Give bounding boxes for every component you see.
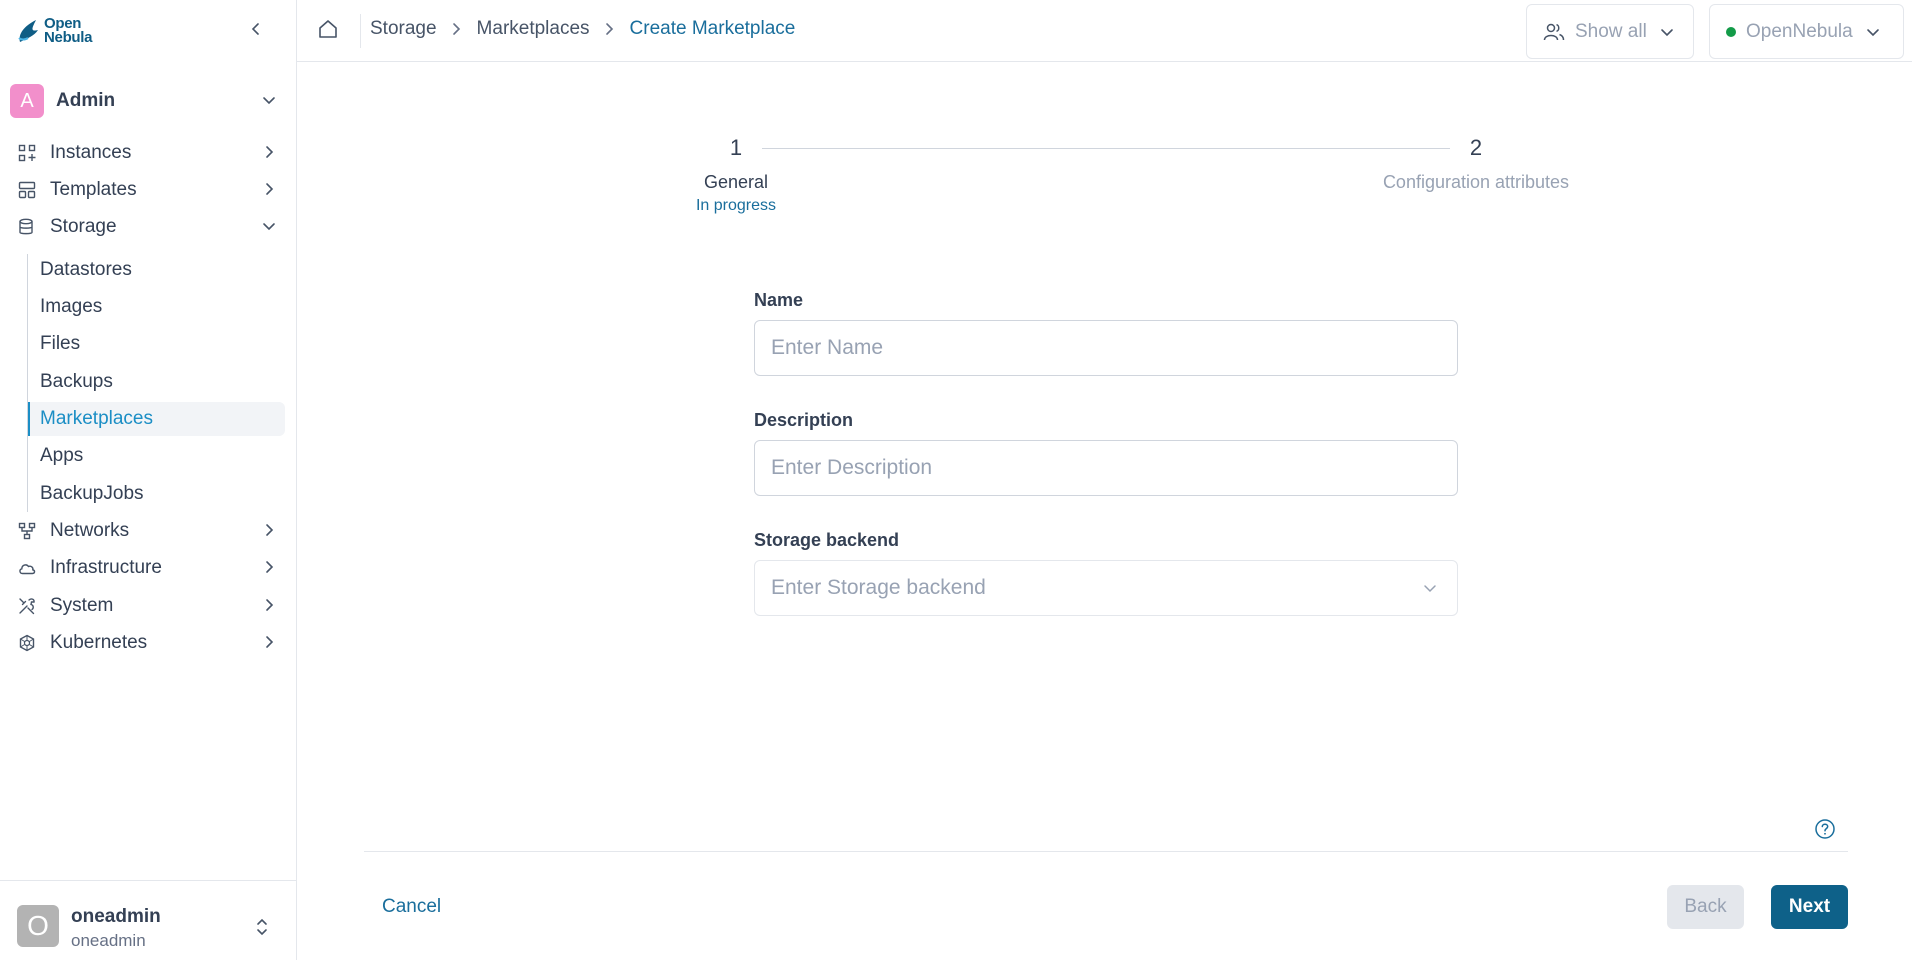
breadcrumb: Storage Marketplaces Create Marketplace	[370, 18, 795, 40]
zone-label: OpenNebula	[1746, 20, 1853, 42]
chevron-right-icon	[451, 22, 463, 36]
zone-selector-button[interactable]: OpenNebula	[1709, 4, 1904, 59]
chevron-down-icon	[263, 223, 275, 231]
sidebar: Open Nebula A Admin Instances Templates …	[0, 0, 297, 960]
chevron-right-icon	[266, 561, 274, 573]
help-button[interactable]	[1814, 818, 1836, 845]
database-icon	[16, 216, 38, 238]
zone-status-dot	[1726, 26, 1736, 37]
home-button[interactable]	[317, 18, 339, 45]
sidebar-item-templates[interactable]: Templates	[16, 174, 278, 206]
kubernetes-icon	[16, 632, 38, 654]
cancel-button[interactable]: Cancel	[372, 885, 451, 929]
group-filter-label: Show all	[1575, 20, 1647, 42]
chevron-down-icon	[263, 97, 275, 105]
sidebar-item-label: Infrastructure	[50, 557, 162, 578]
brand-line2: Nebula	[44, 29, 93, 46]
group-selector[interactable]: A Admin	[10, 83, 286, 119]
chevron-up-down-icon[interactable]	[252, 915, 272, 939]
grid-icon	[16, 142, 38, 164]
chevron-right-icon	[266, 599, 274, 611]
sidebar-item-label: System	[50, 595, 114, 616]
sidebar-item-label: Storage	[50, 216, 117, 237]
sidebar-subitem-datastores[interactable]: Datastores	[28, 253, 285, 287]
sidebar-subitem-files[interactable]: Files	[28, 327, 285, 361]
sidebar-subitem-images[interactable]: Images	[28, 290, 285, 324]
sidebar-item-label: Templates	[50, 179, 137, 200]
stepper-connector	[762, 148, 1450, 149]
name-label: Name	[754, 290, 804, 310]
chevron-left-icon	[251, 23, 259, 35]
description-label: Description	[754, 410, 854, 430]
next-button[interactable]: Next	[1771, 885, 1848, 929]
step-2-title: Configuration attributes	[1382, 172, 1570, 192]
top-header: Storage Marketplaces Create Marketplace …	[297, 0, 1912, 62]
chevron-right-icon	[266, 524, 274, 536]
sidebar-item-label: Networks	[50, 520, 130, 541]
help-circle-icon	[1815, 819, 1835, 839]
chevron-down-icon	[1866, 28, 1879, 36]
description-input[interactable]	[754, 440, 1458, 496]
sidebar-item-kubernetes[interactable]: Kubernetes	[16, 627, 278, 659]
step-1-number: 1	[729, 135, 743, 160]
storage-backend-label: Storage backend	[754, 530, 900, 550]
opennebula-logo[interactable]: Open Nebula	[16, 14, 93, 48]
header-divider	[360, 14, 361, 48]
users-icon	[1543, 23, 1565, 40]
sidebar-item-system[interactable]: System	[16, 590, 278, 622]
sidebar-subitem-backups[interactable]: Backups	[28, 365, 285, 399]
storage-backend-select[interactable]: Enter Storage backend	[754, 560, 1458, 616]
home-icon	[319, 20, 337, 38]
sidebar-item-infrastructure[interactable]: Infrastructure	[16, 552, 278, 584]
sidebar-subitem-marketplaces[interactable]: Marketplaces	[28, 402, 285, 436]
chevron-right-icon	[604, 22, 616, 36]
step-2-number: 2	[1469, 135, 1483, 160]
sidebar-subitem-apps[interactable]: Apps	[28, 439, 285, 473]
layout-icon	[16, 179, 38, 201]
breadcrumb-current: Create Marketplace	[629, 18, 796, 39]
step-1-title: General	[703, 172, 769, 192]
back-button[interactable]: Back	[1667, 885, 1744, 929]
user-group: oneadmin	[71, 931, 146, 950]
sidebar-item-storage[interactable]: Storage	[16, 211, 278, 243]
chevron-right-icon	[266, 146, 274, 158]
tools-icon	[16, 595, 38, 617]
network-icon	[16, 520, 38, 542]
opennebula-logo-icon	[18, 20, 38, 42]
sidebar-item-label: Instances	[50, 142, 132, 163]
group-avatar: A	[10, 84, 44, 118]
sidebar-item-instances[interactable]: Instances	[16, 137, 278, 169]
group-label: Admin	[56, 90, 116, 111]
user-menu[interactable]: O oneadmin oneadmin	[0, 880, 297, 960]
chevron-right-icon	[266, 636, 274, 648]
storage-backend-placeholder: Enter Storage backend	[771, 576, 986, 599]
user-name: oneadmin	[71, 906, 161, 927]
sidebar-item-networks[interactable]: Networks	[16, 515, 278, 547]
breadcrumb-marketplaces[interactable]: Marketplaces	[477, 18, 590, 40]
chevron-down-icon	[1661, 28, 1673, 36]
step-1-status: In progress	[695, 197, 777, 214]
chevron-right-icon	[266, 183, 274, 195]
sidebar-item-label: Kubernetes	[50, 632, 148, 653]
user-avatar: O	[17, 905, 59, 947]
name-input[interactable]	[754, 320, 1458, 376]
footer-divider	[364, 851, 1848, 852]
chevron-down-icon	[1424, 585, 1436, 593]
breadcrumb-storage[interactable]: Storage	[370, 18, 437, 40]
collapse-sidebar-button[interactable]	[245, 18, 267, 40]
cloud-icon	[16, 557, 38, 579]
group-filter-button[interactable]: Show all	[1526, 4, 1694, 59]
sidebar-subitem-backupjobs[interactable]: BackupJobs	[28, 477, 285, 511]
